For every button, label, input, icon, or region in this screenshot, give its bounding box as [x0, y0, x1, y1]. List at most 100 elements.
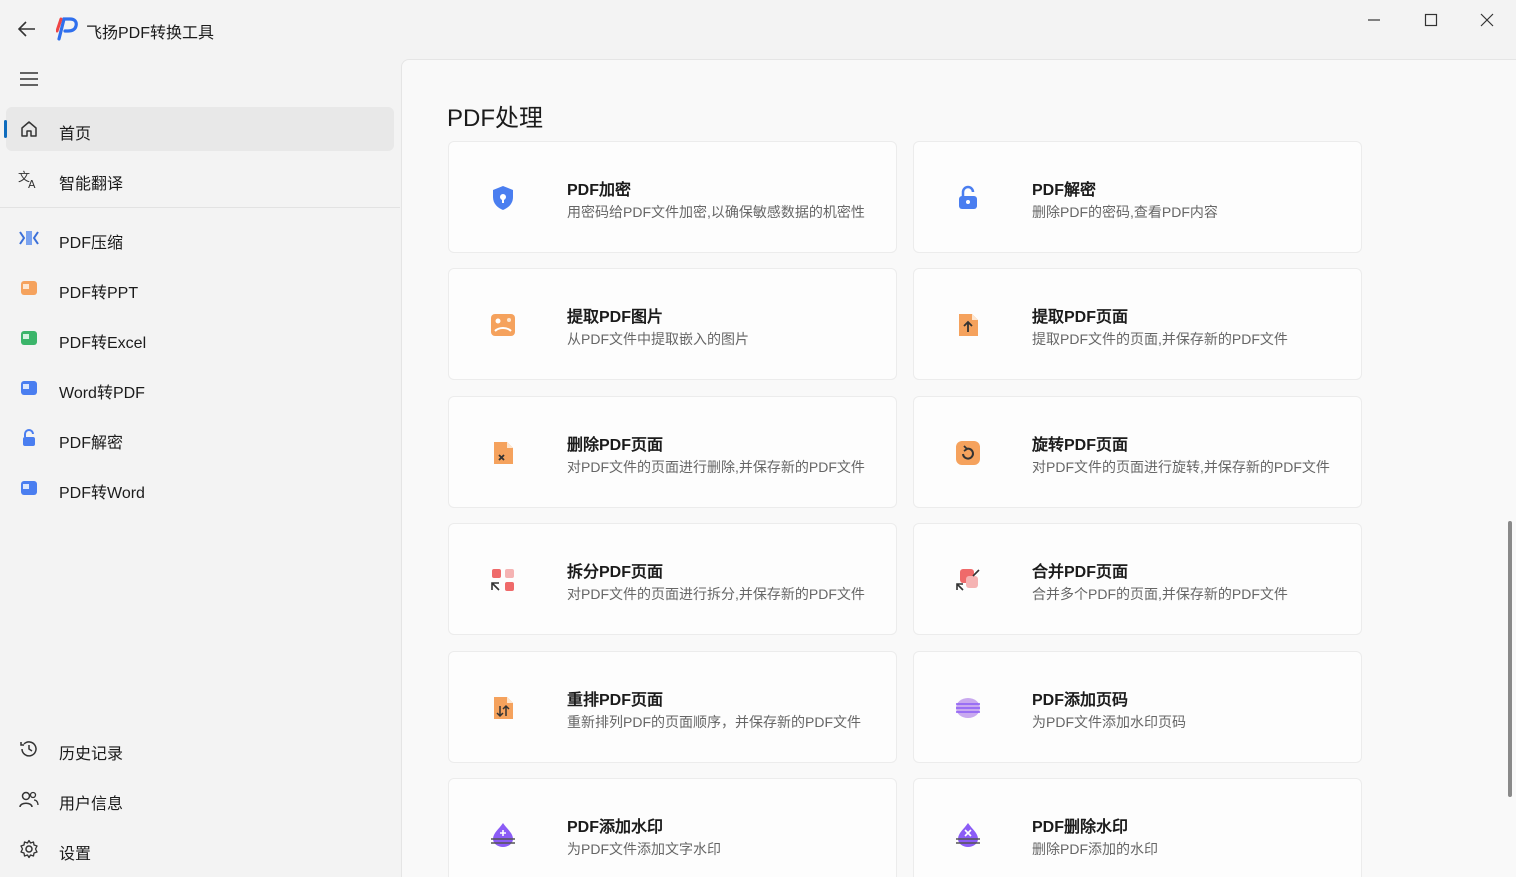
card-description: 合并多个PDF的页面,并保存新的PDF文件 [1032, 586, 1288, 602]
card-pdf-encrypt[interactable]: PDF加密 用密码给PDF文件加密,以确保敏感数据的机密性 [448, 141, 897, 253]
merge-icon [956, 569, 980, 591]
card-add-watermark[interactable]: PDF添加水印 为PDF文件添加文字水印 [448, 778, 897, 877]
page-number-icon [956, 698, 980, 718]
maximize-button[interactable] [1403, 0, 1459, 40]
sidebar-item-pdf-to-excel[interactable]: PDF转Excel [6, 316, 394, 360]
close-button[interactable] [1459, 0, 1515, 40]
watermark-remove-icon [956, 823, 980, 847]
card-title: 旋转PDF页面 [1032, 437, 1129, 454]
app-title: 飞扬PDF转换工具 [86, 25, 215, 42]
page-extract-icon [959, 314, 978, 336]
sidebar-item-label: PDF压缩 [59, 235, 124, 252]
card-description: 为PDF文件添加水印页码 [1032, 714, 1186, 730]
back-button[interactable] [14, 16, 40, 42]
word-icon [18, 377, 40, 399]
card-description: 对PDF文件的页面进行拆分,并保存新的PDF文件 [567, 586, 865, 602]
watermark-add-icon [491, 823, 515, 847]
excel-icon [18, 327, 40, 349]
card-title: 提取PDF图片 [567, 309, 664, 326]
minimize-button[interactable] [1346, 0, 1402, 40]
sidebar-item-pdf-to-ppt[interactable]: PDF转PPT [6, 266, 394, 310]
card-title: 合并PDF页面 [1032, 564, 1129, 581]
hamburger-icon [20, 72, 38, 86]
close-icon [1480, 13, 1494, 27]
card-extract-pages[interactable]: 提取PDF页面 提取PDF文件的页面,并保存新的PDF文件 [913, 268, 1362, 380]
gear-icon [18, 838, 40, 860]
card-description: 删除PDF的密码,查看PDF内容 [1032, 204, 1218, 220]
sidebar-item-label: 设置 [59, 846, 92, 863]
card-description: 对PDF文件的页面进行删除,并保存新的PDF文件 [567, 459, 865, 475]
card-description: 用密码给PDF文件加密,以确保敏感数据的机密性 [567, 204, 865, 220]
maximize-icon [1424, 13, 1438, 27]
sidebar-item-label: Word转PDF [59, 385, 145, 402]
card-description: 重新排列PDF的页面顺序，并保存新的PDF文件 [567, 714, 861, 730]
card-title: 删除PDF页面 [567, 437, 664, 454]
sidebar-item-label: 首页 [59, 126, 92, 143]
card-title: PDF解密 [1032, 182, 1097, 199]
sidebar-item-label: 历史记录 [59, 746, 124, 763]
home-icon [18, 118, 40, 140]
sidebar-item-user-info[interactable]: 用户信息 [6, 777, 394, 821]
sidebar-item-label: PDF转Excel [59, 335, 147, 352]
card-description: 对PDF文件的页面进行旋转,并保存新的PDF文件 [1032, 459, 1330, 475]
card-merge-pages[interactable]: 合并PDF页面 合并多个PDF的页面,并保存新的PDF文件 [913, 523, 1362, 635]
reorder-icon [494, 697, 513, 719]
card-title: 提取PDF页面 [1032, 309, 1129, 326]
page-delete-icon [494, 442, 513, 464]
card-title: PDF添加页码 [1032, 692, 1129, 709]
sidebar-divider [0, 207, 400, 208]
sidebar-item-pdf-compress[interactable]: PDF压缩 [6, 216, 394, 260]
sidebar-item-pdf-decrypt[interactable]: PDF解密 [6, 416, 394, 460]
rotate-icon [956, 441, 980, 465]
card-title: 拆分PDF页面 [567, 564, 664, 581]
card-reorder-pages[interactable]: 重排PDF页面 重新排列PDF的页面顺序，并保存新的PDF文件 [448, 651, 897, 763]
translate-icon: 文A [18, 168, 40, 190]
unlock-icon [959, 185, 977, 209]
image-extract-icon [491, 314, 515, 336]
app-window: 飞扬PDF转换工具 首页 文A 智能翻译 PDF压缩 PDF转PPT PDF转E… [0, 0, 1516, 877]
card-delete-pages[interactable]: 删除PDF页面 对PDF文件的页面进行删除,并保存新的PDF文件 [448, 396, 897, 508]
history-icon [18, 738, 40, 760]
sidebar-item-label: PDF转PPT [59, 285, 139, 302]
card-remove-watermark[interactable]: PDF删除水印 删除PDF添加的水印 [913, 778, 1362, 877]
minimize-icon [1368, 19, 1380, 21]
card-rotate-pages[interactable]: 旋转PDF页面 对PDF文件的页面进行旋转,并保存新的PDF文件 [913, 396, 1362, 508]
card-pdf-decrypt[interactable]: PDF解密 删除PDF的密码,查看PDF内容 [913, 141, 1362, 253]
card-title: 重排PDF页面 [567, 692, 664, 709]
users-icon [18, 788, 40, 810]
card-description: 为PDF文件添加文字水印 [567, 841, 721, 857]
card-description: 删除PDF添加的水印 [1032, 841, 1158, 857]
card-add-page-numbers[interactable]: PDF添加页码 为PDF文件添加水印页码 [913, 651, 1362, 763]
word-icon [18, 477, 40, 499]
sidebar-item-history[interactable]: 历史记录 [6, 727, 394, 771]
sidebar-item-pdf-to-word[interactable]: PDF转Word [6, 466, 394, 510]
card-description: 从PDF文件中提取嵌入的图片 [567, 331, 749, 347]
section-title: PDF处理 [447, 105, 543, 132]
card-title: PDF添加水印 [567, 819, 664, 836]
card-extract-images[interactable]: 提取PDF图片 从PDF文件中提取嵌入的图片 [448, 268, 897, 380]
ppt-icon [18, 277, 40, 299]
card-title: PDF加密 [567, 182, 632, 199]
sidebar-item-label: 智能翻译 [59, 176, 124, 193]
compress-icon [18, 227, 40, 249]
split-icon [491, 569, 514, 591]
sidebar-item-home[interactable]: 首页 [4, 107, 394, 151]
sidebar-item-label: PDF转Word [59, 485, 145, 502]
arrow-left-icon [18, 21, 35, 37]
sidebar-item-settings[interactable]: 设置 [6, 827, 394, 871]
main-content: PDF处理 PDF加密 用密码给PDF文件加密,以确保敏感数据的机密性 PDF解… [401, 59, 1516, 877]
unlock-icon [18, 427, 40, 449]
title-bar: 飞扬PDF转换工具 [0, 0, 1516, 58]
hamburger-menu-button[interactable] [14, 64, 44, 94]
card-description: 提取PDF文件的页面,并保存新的PDF文件 [1032, 331, 1288, 347]
shield-lock-icon [493, 186, 513, 210]
sidebar-item-label: 用户信息 [59, 796, 124, 813]
svg-text:A: A [28, 178, 36, 190]
sidebar-item-translate[interactable]: 文A 智能翻译 [6, 157, 394, 201]
scrollbar[interactable] [1508, 521, 1512, 797]
sidebar-item-label: PDF解密 [59, 435, 124, 452]
app-logo [56, 17, 78, 41]
card-title: PDF删除水印 [1032, 819, 1129, 836]
card-split-pages[interactable]: 拆分PDF页面 对PDF文件的页面进行拆分,并保存新的PDF文件 [448, 523, 897, 635]
sidebar-item-word-to-pdf[interactable]: Word转PDF [6, 366, 394, 410]
